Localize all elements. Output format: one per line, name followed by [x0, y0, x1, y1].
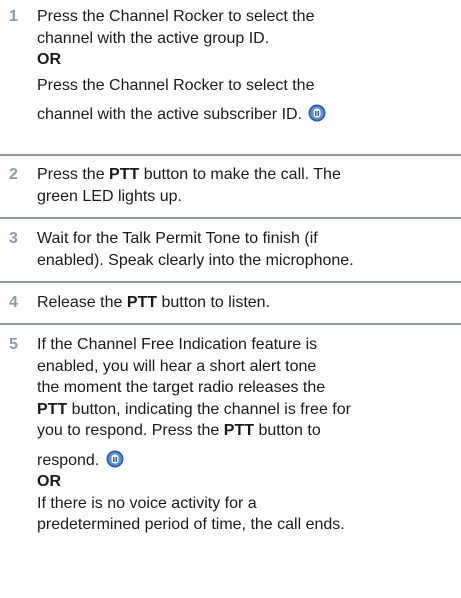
step-number: 1 — [9, 8, 18, 25]
ptt-keyword: PTT — [37, 400, 68, 418]
step-number: 5 — [9, 336, 18, 353]
step-line: If there is no voice activity for a — [37, 494, 257, 512]
step-text: Wait for the Talk Permit Tone to finish … — [37, 228, 455, 271]
step-line: the moment the target radio releases the — [37, 379, 326, 396]
step-number: 2 — [9, 166, 18, 183]
step-line-text: button to listen. — [157, 294, 271, 311]
step-line-text: respond. — [37, 451, 100, 469]
divider — [0, 281, 461, 283]
radio-feature-icon — [106, 450, 124, 467]
step-line: PTT button, indicating the channel is fr… — [37, 399, 455, 421]
ptt-keyword: PTT — [126, 294, 158, 311]
step-text: Press the Channel Rocker to select the c… — [37, 6, 455, 126]
divider — [0, 154, 461, 156]
step-line: predetermined period of time, the call e… — [37, 516, 345, 533]
step-line: channel with the active subscriber ID. — [37, 104, 455, 126]
step-line-text: Release the — [37, 294, 127, 311]
step-line: enabled, you will hear a short alert ton… — [37, 357, 317, 375]
step-text: If the Channel Free Indication feature i… — [37, 334, 455, 536]
step-text: Release the PTT button to listen. — [37, 292, 455, 314]
step-line: green LED lights up. — [37, 187, 182, 205]
step-number: 4 — [9, 294, 18, 311]
or-label: OR — [37, 51, 61, 68]
step-text: Press the PTT button to make the call. T… — [37, 164, 455, 207]
step-line-text: button, indicating the channel is free f… — [67, 400, 351, 418]
ptt-keyword: PTT — [109, 166, 140, 183]
step-line: Press the PTT button to make the call. T… — [37, 164, 455, 186]
step-line: enabled). Speak clearly into the microph… — [37, 251, 354, 269]
step-line: Press the Channel Rocker to select the — [37, 8, 315, 25]
step-line: you to respond. Press the PTT button to — [37, 420, 455, 442]
step-line: Wait for the Talk Permit Tone to finish … — [37, 230, 318, 247]
radio-feature-icon — [308, 104, 326, 122]
step-line-text: button to make the call. The — [139, 166, 341, 183]
step-number: 3 — [9, 230, 18, 247]
step-line-text: you to respond. Press the — [37, 422, 224, 439]
step-line-text: button to — [254, 422, 321, 439]
step-line: channel with the active group ID. — [37, 29, 270, 47]
step-line-text: Press the — [37, 166, 110, 183]
divider — [0, 323, 461, 325]
step-line: Press the Channel Rocker to select the — [37, 76, 315, 94]
step-line-text: channel with the active subscriber ID. — [37, 106, 303, 123]
step-line: Release the PTT button to listen. — [37, 292, 455, 314]
step-line: respond. — [37, 450, 455, 472]
step-line: If the Channel Free Indication feature i… — [37, 336, 318, 353]
ptt-keyword: PTT — [223, 422, 254, 439]
or-label: OR — [37, 473, 61, 490]
divider — [0, 217, 461, 219]
